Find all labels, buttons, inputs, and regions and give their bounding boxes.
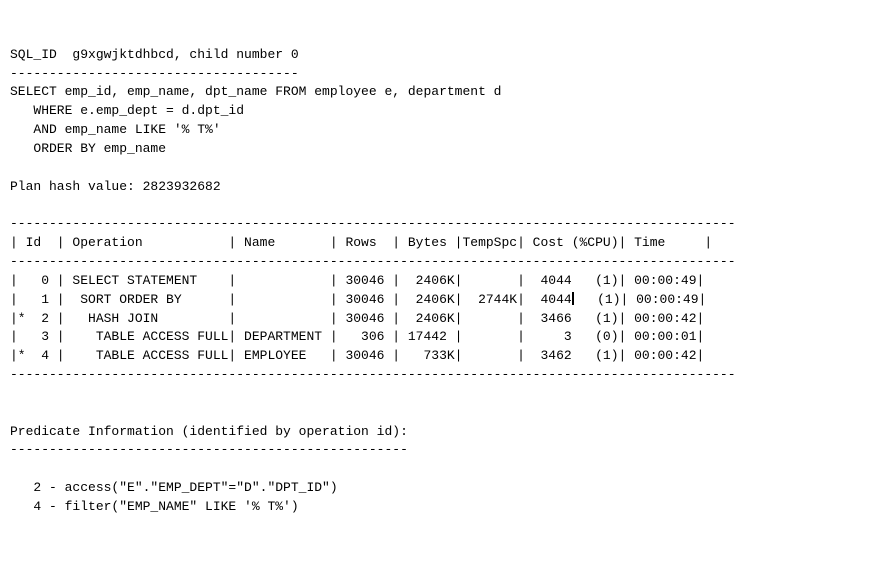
sql-text-line-3: AND emp_name LIKE '% T%'	[10, 122, 221, 137]
plan-row-1: | 1 | SORT ORDER BY | | 30046 | 2406K| 2…	[10, 292, 572, 307]
plan-row-4: |* 4 | TABLE ACCESS FULL| EMPLOYEE | 300…	[10, 348, 704, 363]
plan-row-1-tail: (1)| 00:00:49|	[574, 292, 707, 307]
separator: ----------------------------------------…	[10, 442, 408, 457]
plan-row-3: | 3 | TABLE ACCESS FULL| DEPARTMENT | 30…	[10, 329, 704, 344]
table-border: ----------------------------------------…	[10, 216, 736, 231]
sql-id-line: SQL_ID g9xgwjktdhbcd, child number 0	[10, 47, 299, 62]
sql-text-line-1: SELECT emp_id, emp_name, dpt_name FROM e…	[10, 84, 501, 99]
plan-row-2: |* 2 | HASH JOIN | | 30046 | 2406K| | 34…	[10, 311, 704, 326]
table-border: ----------------------------------------…	[10, 367, 736, 382]
plan-hash-value: Plan hash value: 2823932682	[10, 179, 221, 194]
plan-row-0: | 0 | SELECT STATEMENT | | 30046 | 2406K…	[10, 273, 704, 288]
table-border: ----------------------------------------…	[10, 254, 736, 269]
predicate-line-4: 4 - filter("EMP_NAME" LIKE '% T%')	[10, 499, 299, 514]
predicate-title: Predicate Information (identified by ope…	[10, 424, 408, 439]
table-header-row: | Id | Operation | Name | Rows | Bytes |…	[10, 235, 712, 250]
predicate-line-2: 2 - access("E"."EMP_DEPT"="D"."DPT_ID")	[10, 480, 338, 495]
separator: -------------------------------------	[10, 66, 299, 81]
sql-text-line-4: ORDER BY emp_name	[10, 141, 166, 156]
sql-text-line-2: WHERE e.emp_dept = d.dpt_id	[10, 103, 244, 118]
